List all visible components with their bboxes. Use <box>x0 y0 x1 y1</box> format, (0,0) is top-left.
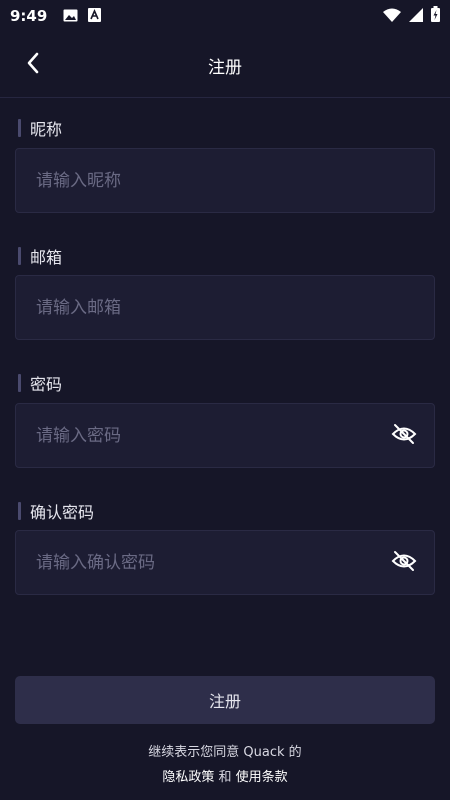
confirm-password-input[interactable] <box>36 552 390 573</box>
status-time: 9:49 <box>10 7 48 25</box>
agreement-and: 和 <box>218 770 232 785</box>
confirm-password-label: 确认密码 <box>18 501 95 522</box>
eye-off-icon <box>391 423 417 449</box>
password-label: 密码 <box>18 373 63 394</box>
label-accent-bar <box>18 374 21 392</box>
password-input[interactable] <box>36 425 390 446</box>
register-screen: 9:49 注册 昵称 请输入昵称 邮箱 请输入邮箱 密码 确认密码 注册 继续表… <box>0 0 450 800</box>
app-header: 注册 <box>0 32 450 98</box>
agreement-prefix: 继续表示您同意 Quack 的 <box>148 745 302 760</box>
nickname-field <box>15 148 435 213</box>
status-system-icons <box>383 6 440 26</box>
label-accent-bar <box>18 502 21 520</box>
battery-icon <box>431 6 440 26</box>
label-accent-bar <box>18 247 21 265</box>
email-label-text: 邮箱 <box>30 248 63 267</box>
password-label-text: 密码 <box>30 375 63 394</box>
text-a-icon <box>88 7 102 26</box>
confirm-password-field <box>15 530 435 595</box>
label-accent-bar <box>18 119 21 137</box>
password-visibility-toggle[interactable] <box>390 422 418 450</box>
email-label: 邮箱 <box>18 246 63 267</box>
signal-icon <box>409 7 423 26</box>
password-field <box>15 403 435 468</box>
privacy-policy-link[interactable]: 隐私政策 <box>162 770 214 785</box>
register-button[interactable]: 注册 <box>15 676 435 724</box>
eye-off-icon <box>391 550 417 576</box>
email-input[interactable] <box>36 297 414 318</box>
wifi-icon <box>383 7 401 26</box>
agreement-links: 隐私政策 和 使用条款 <box>0 766 450 785</box>
page-title: 注册 <box>208 58 242 78</box>
confirm-password-label-text: 确认密码 <box>30 503 95 522</box>
status-notification-icons <box>63 7 102 26</box>
terms-of-use-link[interactable]: 使用条款 <box>236 770 288 785</box>
confirm-password-visibility-toggle[interactable] <box>390 549 418 577</box>
nickname-label: 昵称 <box>18 118 63 139</box>
nickname-label-text: 昵称 <box>30 120 63 139</box>
email-field <box>15 275 435 340</box>
nickname-input[interactable] <box>36 170 414 191</box>
status-bar: 9:49 <box>0 0 450 32</box>
image-icon <box>63 7 78 26</box>
